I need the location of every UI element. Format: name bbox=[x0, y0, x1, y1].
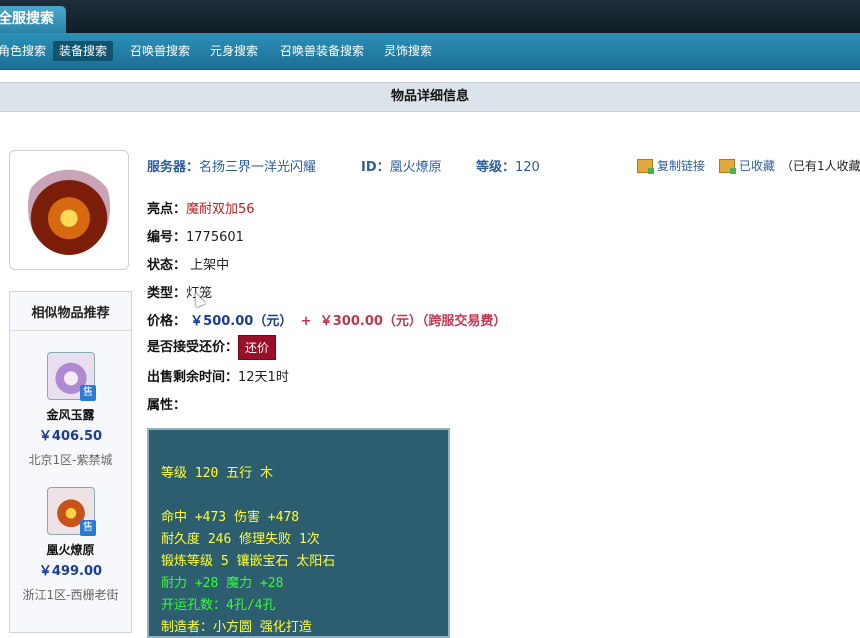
serial-label: 编号： bbox=[147, 230, 187, 245]
attributes-label: 属性： bbox=[147, 398, 187, 413]
server-label: 服务器： bbox=[147, 160, 200, 175]
attr-line: 耐力 +28 魔力 +28 bbox=[161, 576, 284, 591]
favorite-button[interactable]: 已收藏 bbox=[719, 157, 775, 174]
similar-item-icon[interactable]: 售 bbox=[47, 352, 96, 401]
favorite-label: 已收藏 bbox=[739, 159, 776, 173]
copy-link-label: 复制链接 bbox=[657, 159, 706, 173]
similar-item-server: 北京1区-紫禁城 bbox=[28, 453, 113, 467]
cross-server-fee: ￥300.00（元）（跨服交易费） bbox=[319, 314, 507, 329]
attr-line: 制造者：小方圆 强化打造 bbox=[161, 620, 312, 635]
serial-value: 1775601 bbox=[186, 230, 244, 245]
server-row: 服务器：名扬三界一洋光闪耀 bbox=[147, 156, 316, 175]
attr-line: 锻炼等级 5 镶嵌宝石 太阳石 bbox=[161, 554, 336, 569]
status-row: 状态： 上架中 bbox=[147, 254, 229, 273]
server-name: 名扬三界一洋光闪耀 bbox=[199, 160, 317, 175]
sell-badge: 售 bbox=[80, 385, 96, 401]
attr-line: 等级 120 五行 木 bbox=[161, 466, 273, 481]
time-left-label: 出售剩余时间： bbox=[147, 370, 239, 385]
level-label: 等级： bbox=[476, 160, 516, 175]
lantern-icon bbox=[28, 163, 110, 255]
highlight-value: 魔耐双加56 bbox=[186, 202, 255, 217]
type-label: 类型： bbox=[147, 286, 187, 301]
favorite-count: （已有1人收藏 bbox=[781, 159, 860, 173]
similar-item-price: ￥499.00 bbox=[38, 564, 103, 579]
serial-row: 编号：1775601 bbox=[147, 226, 244, 245]
copy-link-button[interactable]: 复制链接 bbox=[637, 157, 705, 174]
similar-items-panel: 相似物品推荐 售 金风玉露 ￥406.50 北京1区-紫禁城 售 凰火燎原 ￥4… bbox=[9, 291, 132, 633]
price-label: 价格： bbox=[147, 314, 187, 329]
nav-equipment-search[interactable]: 装备搜索 bbox=[53, 41, 114, 61]
similar-item-name[interactable]: 凰火燎原 bbox=[10, 541, 131, 558]
attr-line: 耐久度 246 修理失败 1次 bbox=[161, 532, 320, 547]
item-level: 120 bbox=[515, 160, 540, 175]
price-row: 价格： ￥500.00（元） + ￥300.00（元）（跨服交易费） bbox=[147, 310, 506, 329]
similar-item-icon[interactable]: 售 bbox=[47, 487, 96, 536]
similar-item-price: ￥406.50 bbox=[38, 429, 103, 444]
copy-link-icon bbox=[637, 158, 654, 174]
similar-item-name[interactable]: 金风玉露 bbox=[10, 406, 131, 423]
divider bbox=[10, 330, 131, 331]
item-id: 凰火燎原 bbox=[389, 160, 442, 175]
nav-pet-search[interactable]: 召唤兽搜索 bbox=[124, 41, 196, 61]
highlight-label: 亮点： bbox=[147, 202, 187, 217]
counter-offer-row: 是否接受还价： 还价 bbox=[147, 335, 277, 360]
nav-avatar-search[interactable]: 元身搜索 bbox=[204, 41, 264, 61]
attr-line: 开运孔数：4孔/4孔 bbox=[161, 598, 276, 613]
global-search-tab[interactable]: 全服搜索 bbox=[0, 6, 66, 33]
top-bar: 全服搜索 bbox=[0, 0, 860, 33]
similar-item-server: 浙江1区-西栅老街 bbox=[22, 588, 119, 602]
highlight-row: 亮点：魔耐双加56 bbox=[147, 198, 255, 217]
sell-badge: 售 bbox=[80, 520, 96, 536]
level-row: 等级：120 bbox=[476, 156, 540, 175]
nav-pet-equipment-search[interactable]: 召唤兽装备搜索 bbox=[274, 41, 370, 61]
time-left-row: 出售剩余时间：12天1时 bbox=[147, 366, 289, 385]
counter-offer-button[interactable]: 还价 bbox=[238, 335, 277, 360]
counter-offer-label: 是否接受还价： bbox=[147, 340, 239, 355]
status-value: 上架中 bbox=[190, 258, 230, 273]
nav-bar: 角色搜索 装备搜索 召唤兽搜索 元身搜索 召唤兽装备搜索 灵饰搜索 CC直播 bbox=[0, 33, 860, 101]
id-row: ID：凰火燎原 bbox=[361, 156, 442, 175]
attributes-panel: 等级 120 五行 木 命中 +473 伤害 +478 耐久度 246 修理失败… bbox=[147, 428, 450, 638]
nav-ornament-search[interactable]: 灵饰搜索 bbox=[378, 41, 438, 61]
favorite-icon bbox=[719, 158, 736, 174]
attr-line: 命中 +473 伤害 +478 bbox=[161, 510, 300, 525]
item-image bbox=[9, 150, 129, 270]
time-left-value: 12天1时 bbox=[238, 370, 289, 385]
id-label: ID： bbox=[361, 160, 390, 175]
similar-items-title: 相似物品推荐 bbox=[31, 306, 110, 321]
section-title: 物品详细信息 bbox=[0, 82, 860, 112]
price-plus: + bbox=[300, 314, 312, 329]
price-value: ￥500.00（元） bbox=[190, 314, 293, 329]
status-label: 状态： bbox=[147, 258, 187, 273]
nav-role-search[interactable]: 角色搜索 bbox=[0, 41, 52, 61]
